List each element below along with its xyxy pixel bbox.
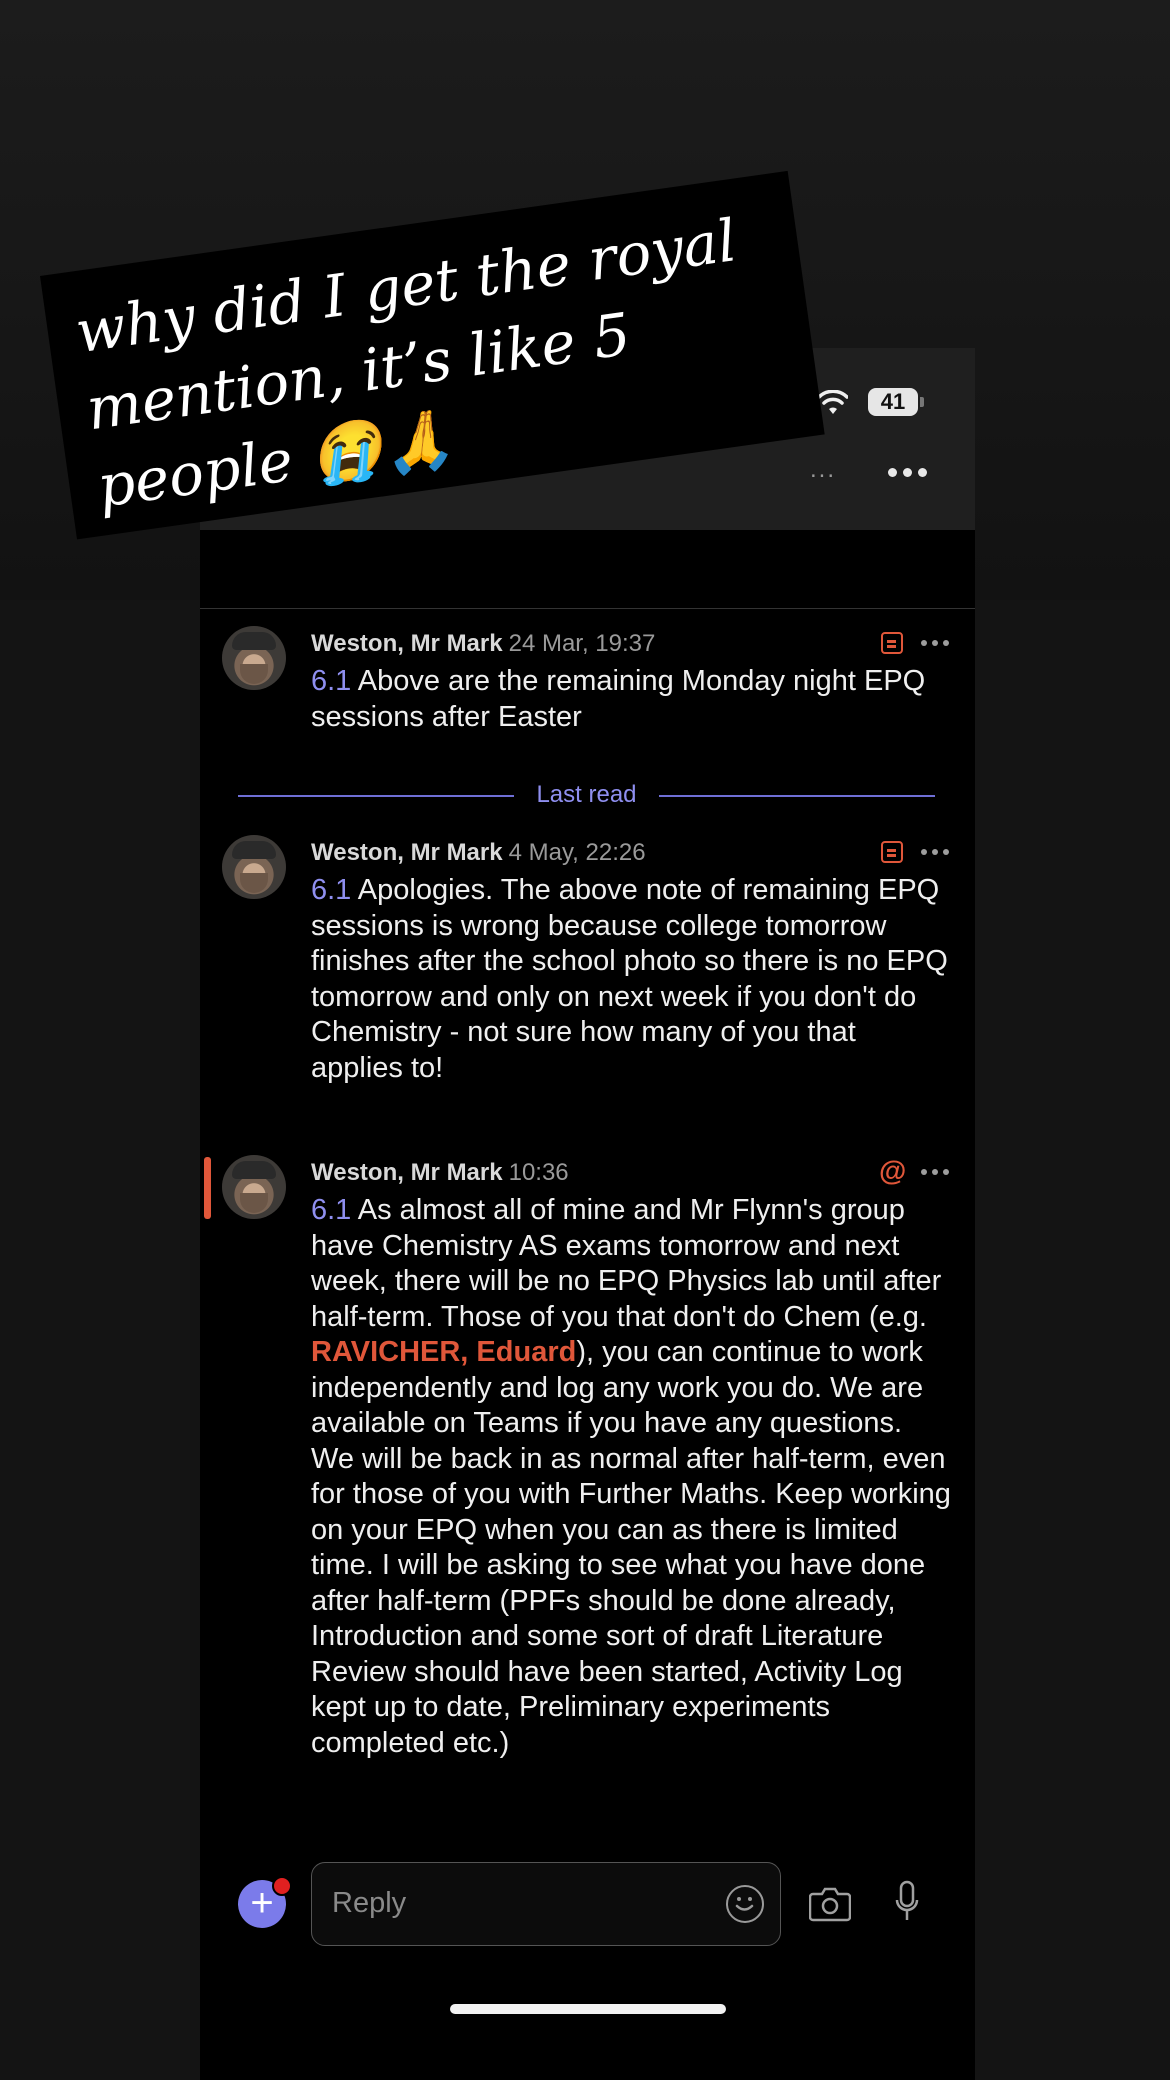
message-body: 6.1 Above are the remaining Monday night… bbox=[311, 664, 951, 735]
channel-tag[interactable]: 6.1 bbox=[311, 1194, 351, 1226]
message-time: 4 May, 22:26 bbox=[508, 839, 646, 866]
message-time: 24 Mar, 19:37 bbox=[508, 630, 656, 657]
message-more-icon[interactable] bbox=[921, 849, 951, 857]
notification-dot bbox=[272, 1876, 292, 1896]
author-name[interactable]: Weston, Mr Mark bbox=[311, 630, 503, 657]
message-time: 10:36 bbox=[508, 1159, 569, 1186]
message-text: As almost all of mine and Mr Flynn's gro… bbox=[311, 1194, 950, 1333]
avatar[interactable] bbox=[222, 1155, 286, 1219]
message-meta: Weston, Mr Mark 4 May, 22:26 bbox=[311, 839, 646, 867]
teams-chat-screen: 41 ... Weston, Mr Mark 24 Mar, 19:37 6.1 … bbox=[200, 348, 975, 2080]
more-horizontal-icon[interactable] bbox=[888, 468, 928, 480]
emoji-icon[interactable] bbox=[726, 1885, 764, 1923]
message-body: 6.1 As almost all of mine and Mr Flynn's… bbox=[311, 1193, 951, 1761]
author-name[interactable]: Weston, Mr Mark bbox=[311, 1159, 503, 1186]
header-divider bbox=[200, 608, 975, 609]
message-meta: Weston, Mr Mark 24 Mar, 19:37 bbox=[311, 630, 655, 658]
note-icon[interactable] bbox=[881, 632, 903, 654]
reply-placeholder: Reply bbox=[332, 1887, 407, 1919]
channel-tag[interactable]: 6.1 bbox=[311, 874, 351, 906]
avatar[interactable] bbox=[222, 626, 286, 690]
avatar[interactable] bbox=[222, 835, 286, 899]
last-read-divider: Last read bbox=[238, 781, 935, 811]
last-read-label: Last read bbox=[536, 781, 637, 808]
reply-input[interactable]: Reply bbox=[311, 1862, 781, 1946]
mention-indicator-bar bbox=[204, 1157, 211, 1219]
message-more-icon[interactable] bbox=[921, 640, 951, 648]
battery-nub bbox=[920, 397, 924, 407]
message-body: 6.1 Apologies. The above note of remaini… bbox=[311, 873, 951, 1086]
author-name[interactable]: Weston, Mr Mark bbox=[311, 839, 503, 866]
microphone-icon[interactable] bbox=[895, 1880, 919, 1924]
camera-icon[interactable] bbox=[809, 1884, 851, 1922]
channel-title-truncation: ... bbox=[810, 456, 837, 483]
note-icon[interactable] bbox=[881, 841, 903, 863]
channel-tag[interactable]: 6.1 bbox=[311, 665, 351, 697]
message-meta: Weston, Mr Mark 10:36 bbox=[311, 1159, 569, 1187]
at-mention-icon[interactable]: @ bbox=[879, 1155, 906, 1187]
home-indicator bbox=[450, 2004, 726, 2014]
message-more-icon[interactable] bbox=[921, 1169, 951, 1177]
message-text-continued: ), you can continue to work independentl… bbox=[311, 1336, 951, 1759]
message-text: Above are the remaining Monday night EPQ… bbox=[311, 665, 934, 733]
battery-indicator: 41 bbox=[868, 388, 918, 416]
user-mention[interactable]: RAVICHER, Eduard bbox=[311, 1336, 576, 1368]
message-text: Apologies. The above note of remaining E… bbox=[311, 874, 956, 1084]
